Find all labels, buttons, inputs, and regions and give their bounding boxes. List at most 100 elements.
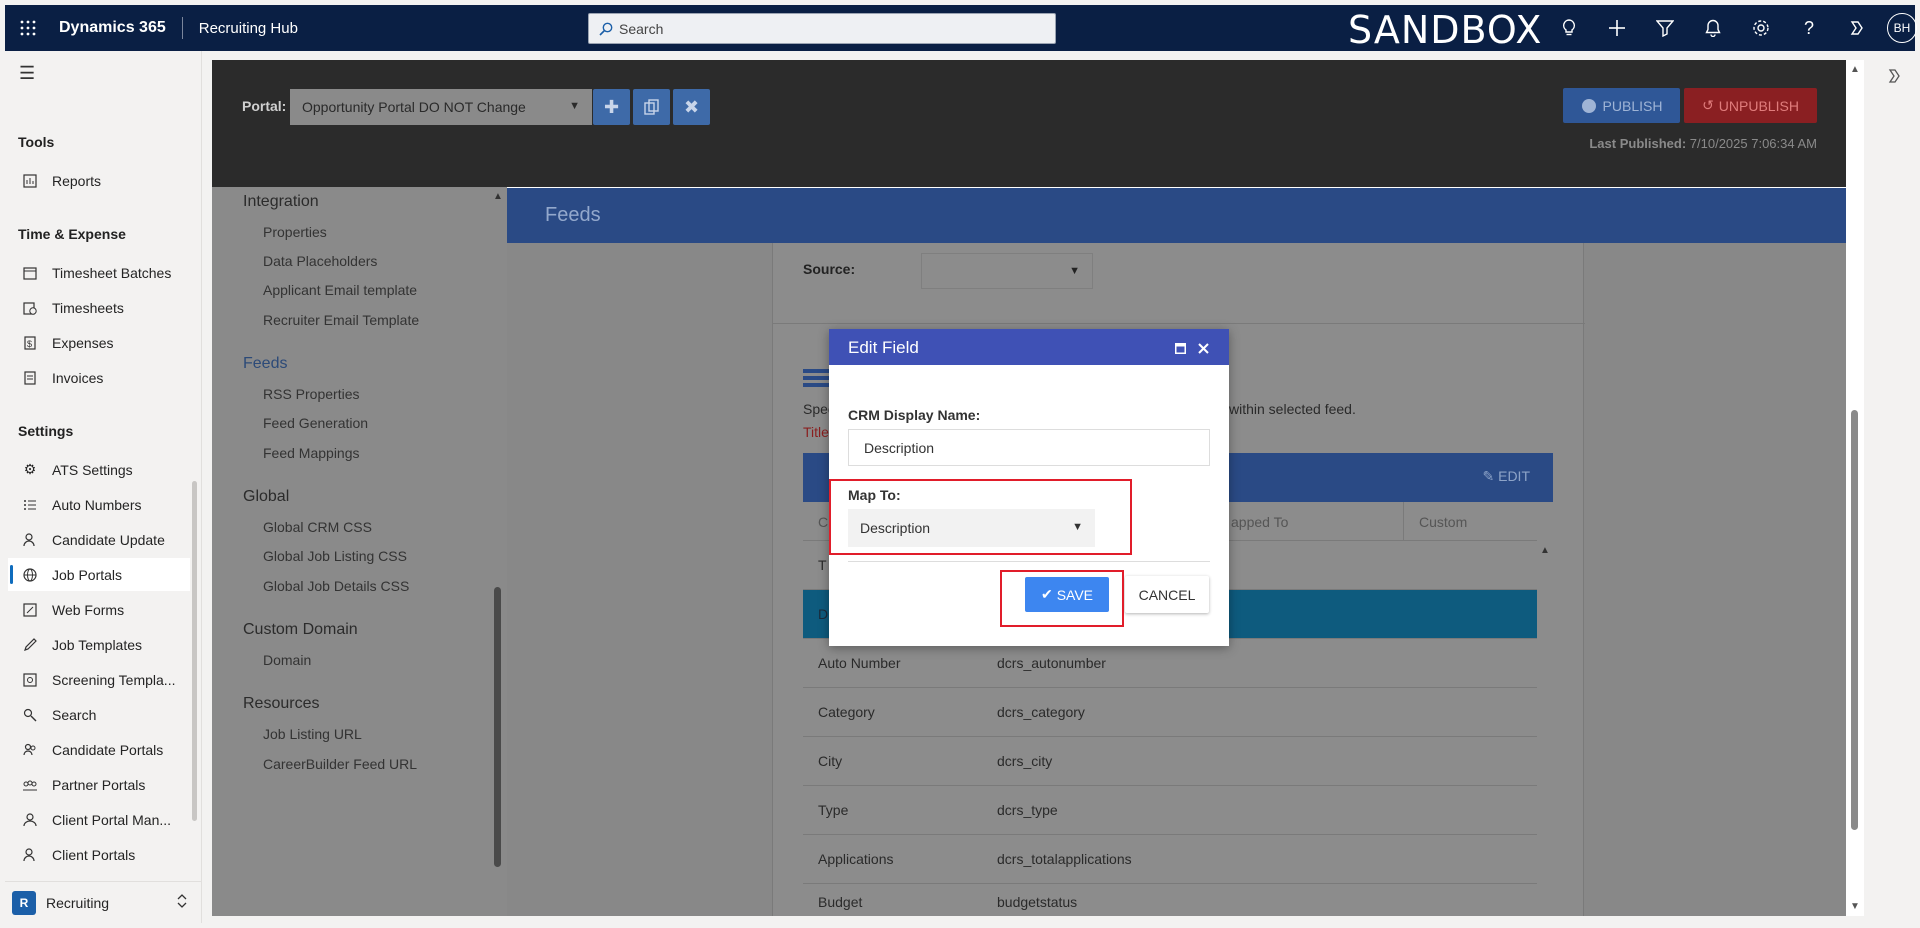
area-badge: R xyxy=(12,890,36,915)
link-global-job-listing-css[interactable]: Global Job Listing CSS xyxy=(263,548,407,564)
nav-auto-numbers[interactable]: Auto Numbers xyxy=(8,488,190,521)
link-rss-properties[interactable]: RSS Properties xyxy=(263,386,359,402)
nav-screening-templates[interactable]: Screening Templa... xyxy=(8,663,190,696)
row-mapped: dcrs_type xyxy=(997,802,1058,818)
copy-portal-button[interactable] xyxy=(633,89,670,125)
nav-timesheet-batches[interactable]: Timesheet Batches xyxy=(8,256,190,289)
column-header-mapped-to[interactable]: apped To xyxy=(1231,514,1288,530)
global-search-input[interactable]: Search xyxy=(588,13,1056,44)
nav-job-portals[interactable]: Job Portals xyxy=(8,558,190,591)
nav-web-forms[interactable]: Web Forms xyxy=(8,593,190,626)
nav-label: Search xyxy=(52,706,97,723)
nav-timesheets[interactable]: Timesheets xyxy=(8,291,190,324)
nav-label: Candidate Update xyxy=(52,531,165,548)
nav-client-portals[interactable]: Client Portals xyxy=(8,838,190,871)
section-feeds[interactable]: Feeds xyxy=(243,355,287,373)
required-note: Title xyxy=(803,424,829,440)
divider xyxy=(848,561,1210,562)
nav-scrollbar[interactable] xyxy=(192,481,197,821)
column-header-field[interactable]: C xyxy=(818,514,828,530)
nav-reports[interactable]: Reports xyxy=(8,164,190,197)
plus-icon[interactable] xyxy=(1593,19,1641,37)
highlight-box-map-to xyxy=(829,479,1132,555)
close-icon: ✖ xyxy=(683,96,700,117)
copilot-icon[interactable] xyxy=(1886,68,1902,89)
unpublish-button[interactable]: ↺ UNPUBLISH xyxy=(1684,88,1817,123)
row-field: Budget xyxy=(818,894,863,910)
app-launcher-icon[interactable] xyxy=(5,20,51,36)
portal-toolbar: Portal: Opportunity Portal DO NOT Change… xyxy=(212,60,1846,187)
crm-display-name-label: CRM Display Name: xyxy=(848,407,981,423)
table-row[interactable]: Category dcrs_category xyxy=(803,688,1537,737)
area-switcher[interactable]: R Recruiting xyxy=(5,881,202,923)
nav-partner-portals[interactable]: Partner Portals xyxy=(8,768,190,801)
crm-display-name-input[interactable]: Description xyxy=(848,429,1210,466)
link-job-listing-url[interactable]: Job Listing URL xyxy=(263,726,362,742)
link-feed-mappings[interactable]: Feed Mappings xyxy=(263,445,360,461)
table-row[interactable]: City dcrs_city xyxy=(803,737,1537,786)
last-published-value: 7/10/2025 7:06:34 AM xyxy=(1689,136,1817,151)
table-row[interactable]: Type dcrs_type xyxy=(803,786,1537,835)
maximize-icon[interactable] xyxy=(1175,339,1186,359)
edit-button[interactable]: ✎ EDIT xyxy=(1482,468,1530,485)
column-header-custom[interactable]: Custom xyxy=(1419,514,1467,530)
nav-label: Candidate Portals xyxy=(52,741,164,758)
gear-icon[interactable] xyxy=(1737,19,1785,37)
hamburger-menu-icon[interactable]: ☰ xyxy=(19,63,35,84)
nav-expenses[interactable]: $ Expenses xyxy=(8,326,190,359)
bell-icon[interactable] xyxy=(1689,19,1737,37)
svg-text:$: $ xyxy=(27,339,32,349)
scroll-up-icon[interactable]: ▲ xyxy=(1540,545,1550,556)
delete-portal-button[interactable]: ✖ xyxy=(673,89,710,125)
undo-icon: ↺ xyxy=(1702,97,1714,113)
section-integration: Integration xyxy=(243,193,319,210)
page-scrollbar[interactable]: ▲ ▼ xyxy=(1846,60,1864,916)
nav-label: Auto Numbers xyxy=(52,496,142,513)
close-icon[interactable] xyxy=(1198,339,1209,359)
link-recruiter-email-template[interactable]: Recruiter Email Template xyxy=(263,312,419,328)
nav-job-templates[interactable]: Job Templates xyxy=(8,628,190,661)
table-row[interactable]: Auto Number dcrs_autonumber xyxy=(803,639,1537,688)
nav-label: Expenses xyxy=(52,334,114,351)
publish-button[interactable]: PUBLISH xyxy=(1563,88,1680,123)
user-avatar[interactable]: BH xyxy=(1887,13,1917,43)
portal-select[interactable]: Opportunity Portal DO NOT Change ▼ xyxy=(290,89,592,125)
nav-invoices[interactable]: Invoices xyxy=(8,361,190,394)
table-row[interactable]: Budget budgetstatus xyxy=(803,884,1537,916)
settings-nav-scrollbar[interactable] xyxy=(494,587,501,867)
section-custom-domain: Custom Domain xyxy=(243,621,358,638)
link-domain[interactable]: Domain xyxy=(263,652,311,668)
link-applicant-email-template[interactable]: Applicant Email template xyxy=(263,282,417,298)
nav-candidate-portals[interactable]: Candidate Portals xyxy=(8,733,190,766)
link-data-placeholders[interactable]: Data Placeholders xyxy=(263,253,377,269)
scroll-down-icon[interactable]: ▼ xyxy=(1850,901,1860,912)
person-icon xyxy=(22,532,38,548)
caret-down-icon: ▼ xyxy=(1069,265,1080,277)
add-portal-button[interactable]: ✚ xyxy=(593,89,630,125)
link-global-crm-css[interactable]: Global CRM CSS xyxy=(263,519,372,535)
brand-name[interactable]: Dynamics 365 xyxy=(59,19,166,37)
copilot-icon[interactable] xyxy=(1833,19,1881,37)
scrollbar-thumb[interactable] xyxy=(1851,410,1858,830)
table-scrollbar[interactable]: ▲ xyxy=(1537,541,1553,916)
nav-search[interactable]: Search xyxy=(8,698,190,731)
lightbulb-icon[interactable] xyxy=(1545,19,1593,37)
help-icon[interactable]: ? xyxy=(1785,18,1833,39)
nav-client-portal-management[interactable]: Client Portal Man... xyxy=(8,803,190,836)
nav-ats-settings[interactable]: ⚙ ATS Settings xyxy=(8,453,190,486)
app-title[interactable]: Recruiting Hub xyxy=(199,20,298,37)
cancel-button[interactable]: CANCEL xyxy=(1125,576,1209,613)
filter-icon[interactable] xyxy=(1641,19,1689,37)
link-properties[interactable]: Properties xyxy=(263,224,327,240)
table-row[interactable]: Applications dcrs_totalapplications xyxy=(803,835,1537,884)
link-feed-generation[interactable]: Feed Generation xyxy=(263,415,368,431)
link-careerbuilder-feed-url[interactable]: CareerBuilder Feed URL xyxy=(263,756,417,772)
link-global-job-details-css[interactable]: Global Job Details CSS xyxy=(263,578,409,594)
source-select[interactable]: ▼ xyxy=(921,253,1093,289)
scroll-up-icon[interactable]: ▲ xyxy=(1850,64,1860,75)
scroll-up-icon[interactable]: ▲ xyxy=(493,191,503,202)
nav-label: Web Forms xyxy=(52,601,125,618)
nav-candidate-update[interactable]: Candidate Update xyxy=(8,523,190,556)
people-icon xyxy=(22,742,38,758)
row-field: Applications xyxy=(818,851,894,867)
